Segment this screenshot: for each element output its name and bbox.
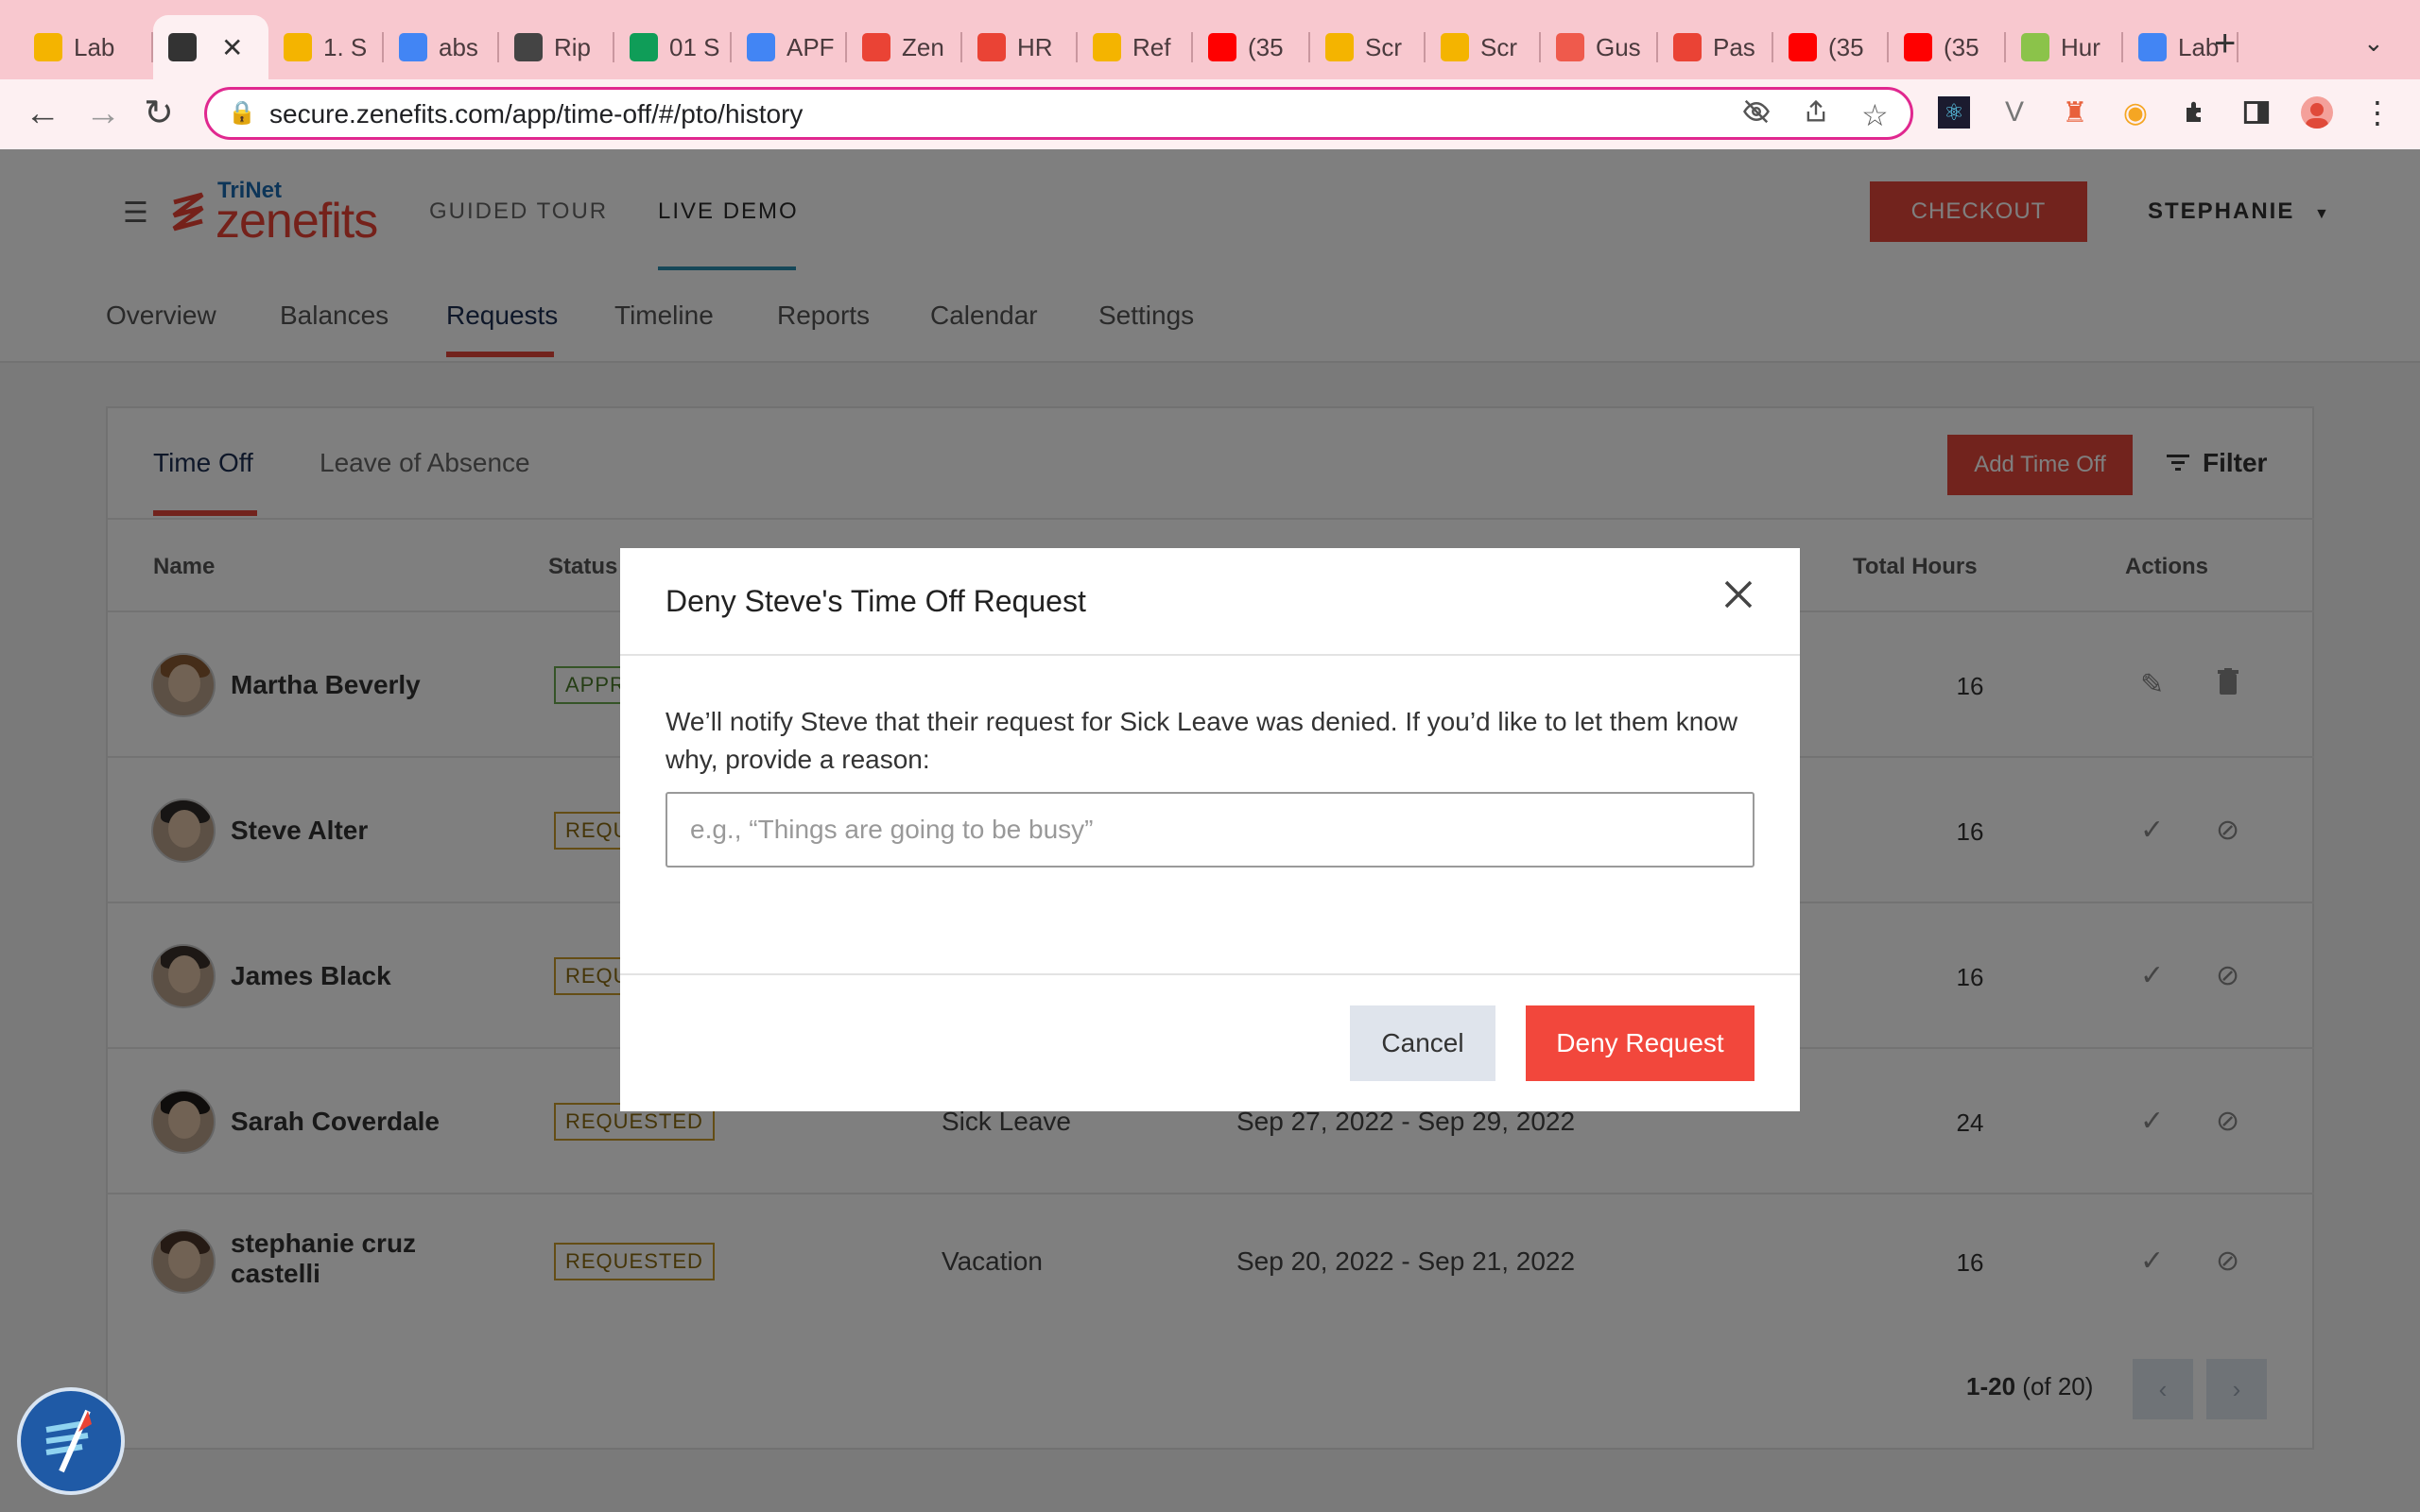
eye-off-icon[interactable] [1742, 97, 1771, 133]
slides-icon [34, 33, 62, 61]
close-icon[interactable] [1722, 576, 1754, 618]
browser-tab-bar: Lab ✕ 1. S abs Rip 01 S APF Zen HR Ref (35 Scr Scr Gu… [0, 0, 2420, 79]
dialog-message: We’ll notify Steve that their request fo… [666, 707, 1738, 774]
tab-separator [2237, 32, 2238, 62]
ripple-icon [514, 33, 543, 61]
browser-tab[interactable]: Zen [847, 15, 962, 79]
extension-icon[interactable]: ♜ [2059, 96, 2091, 129]
browser-tab-title: Lab [2178, 32, 2220, 61]
browser-tab-title: HR [1017, 32, 1053, 61]
slides-icon [1325, 33, 1354, 61]
url-text[interactable]: secure.zenefits.com/app/time-off/#/pto/h… [269, 99, 803, 129]
zenefits-icon [977, 33, 1006, 61]
browser-tab[interactable]: Pas [1658, 15, 1773, 79]
browser-tab-title: Zen [902, 32, 944, 61]
browser-tab[interactable]: Lab [19, 15, 153, 79]
slides-icon [1441, 33, 1469, 61]
vue-extension-icon[interactable]: V [1998, 96, 2031, 129]
browser-tab-title: Scr [1480, 32, 1517, 61]
reload-icon[interactable]: ↻ [144, 94, 174, 132]
address-bar[interactable]: 🔒 secure.zenefits.com/app/time-off/#/pto… [204, 87, 1913, 140]
browser-tab-title: 1. S [323, 32, 368, 61]
ta-icon [2021, 33, 2049, 61]
share-icon[interactable] [1803, 97, 1829, 133]
browser-tab[interactable]: ✕ [153, 15, 268, 79]
browser-tab-title: 01 S [669, 32, 720, 61]
deny-request-button[interactable]: Deny Request [1526, 1005, 1754, 1081]
browser-tab[interactable]: Scr [1310, 15, 1426, 79]
browser-tab-title: Pas [1713, 32, 1755, 61]
browser-tab[interactable]: Gus [1541, 15, 1658, 79]
browser-tab[interactable]: Ref [1078, 15, 1193, 79]
compass-helper-icon[interactable] [17, 1387, 125, 1495]
extensions-puzzle-icon[interactable] [2180, 96, 2212, 129]
browser-tab-title: (35 [1248, 32, 1284, 61]
reason-input[interactable] [666, 792, 1754, 868]
dialog-divider-top [620, 654, 1800, 656]
youtube-icon [1904, 33, 1932, 61]
browser-tab-title: Ref [1132, 32, 1171, 61]
cancel-button[interactable]: Cancel [1350, 1005, 1495, 1081]
tab-search-chevron-icon[interactable]: ⌄ [2363, 28, 2384, 58]
gmail-icon [1673, 33, 1702, 61]
browser-tab[interactable]: 1. S [268, 15, 384, 79]
browser-menu-icon[interactable]: ⋮ [2361, 95, 2394, 129]
browser-tab[interactable]: 01 S [614, 15, 732, 79]
close-tab-icon[interactable]: ✕ [221, 32, 243, 63]
dialog-title: Deny Steve's Time Off Request [666, 584, 1086, 618]
google-icon [399, 33, 427, 61]
browser-tab-title: (35 [1944, 32, 1979, 61]
browser-tab-title: (35 [1828, 32, 1864, 61]
zenefits-icon [862, 33, 890, 61]
drive-icon [630, 33, 658, 61]
browser-tab[interactable]: (35 [1773, 15, 1889, 79]
youtube-icon [1208, 33, 1236, 61]
browser-tab-title: abs [439, 32, 478, 61]
back-arrow-icon[interactable]: ← [25, 94, 60, 132]
docs-icon [2138, 33, 2167, 61]
browser-tab-title: Hur [2061, 32, 2100, 61]
browser-tab[interactable]: APF [732, 15, 847, 79]
forward-arrow-icon[interactable]: → [85, 94, 121, 132]
browser-tab[interactable]: abs [384, 15, 499, 79]
browser-tab[interactable]: Hur [2006, 15, 2123, 79]
browser-tab-title: Scr [1365, 32, 1402, 61]
slides-icon [284, 33, 312, 61]
browser-tab[interactable]: Rip [499, 15, 614, 79]
browser-tab[interactable]: (35 [1889, 15, 2006, 79]
globe-icon [168, 33, 197, 61]
browser-tab[interactable]: Scr [1426, 15, 1541, 79]
side-panel-icon[interactable] [2240, 96, 2273, 129]
browser-tab[interactable]: HR [962, 15, 1078, 79]
docs-icon [747, 33, 775, 61]
browser-tab-title: Lab [74, 32, 115, 61]
lock-icon[interactable]: 🔒 [228, 99, 256, 127]
profile-avatar[interactable] [2301, 96, 2333, 129]
browser-tab-title: Rip [554, 32, 592, 61]
youtube-icon [1789, 33, 1817, 61]
g-icon [1556, 33, 1584, 61]
browser-tab-title: APF [786, 32, 835, 61]
dialog-divider-bottom [620, 973, 1800, 975]
browser-tab[interactable]: (35 [1193, 15, 1310, 79]
react-devtools-icon[interactable]: ⚛ [1938, 96, 1970, 129]
extension-circle-icon[interactable]: ◉ [2119, 96, 2152, 129]
browser-tab-title: Gus [1596, 32, 1641, 61]
new-tab-button[interactable]: + [2214, 25, 2236, 62]
deny-request-dialog: Deny Steve's Time Off Request We’ll noti… [620, 548, 1800, 1111]
slides-icon [1093, 33, 1121, 61]
bookmark-star-icon[interactable]: ☆ [1861, 97, 1889, 133]
